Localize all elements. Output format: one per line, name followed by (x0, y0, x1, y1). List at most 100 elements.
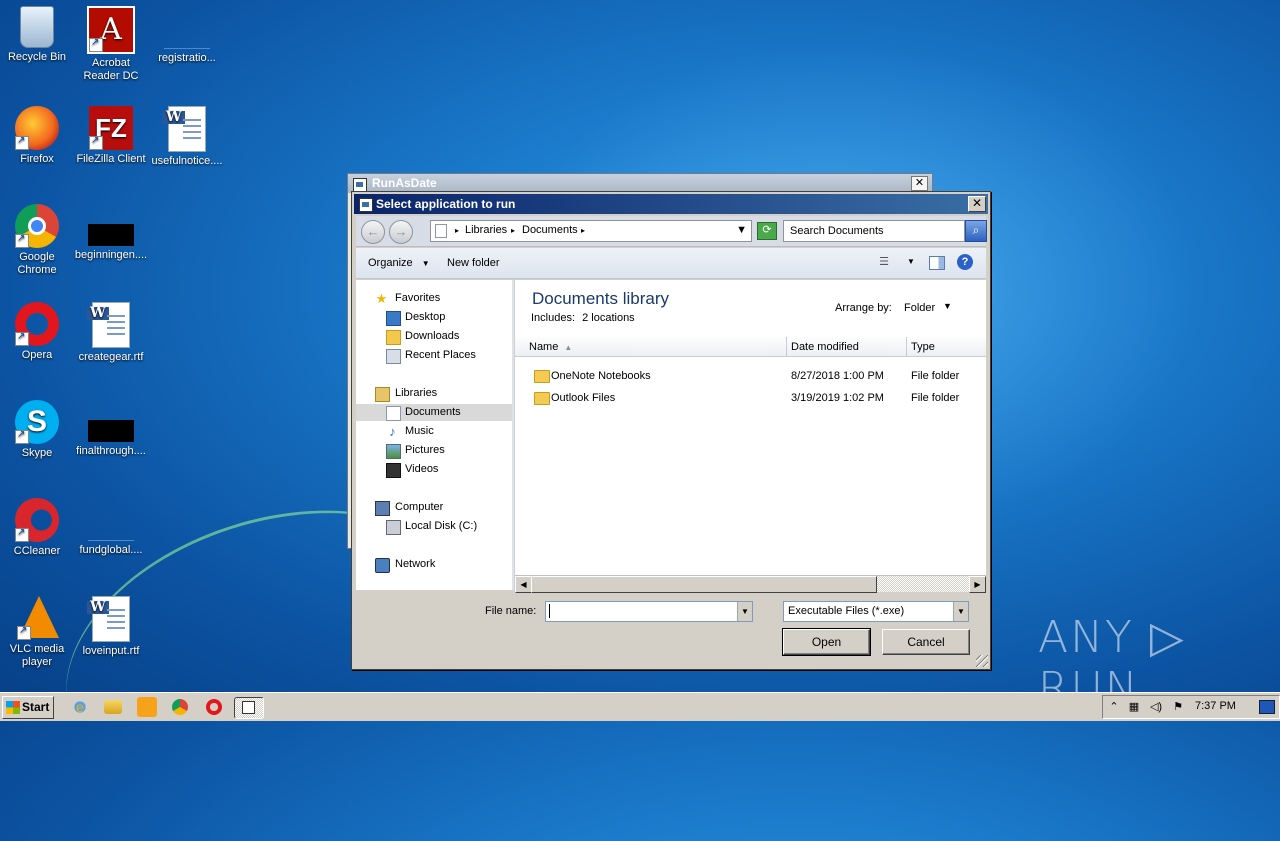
file-date: 8/27/2018 1:00 PM (791, 370, 884, 382)
sidebar-item-downloads[interactable]: Downloads (356, 328, 512, 345)
desktop-icon-ccleaner[interactable]: CCleaner (0, 498, 74, 558)
breadcrumb-libraries[interactable]: Libraries (465, 224, 507, 236)
open-button[interactable]: Open (782, 628, 871, 656)
back-button[interactable]: ← (361, 220, 385, 244)
breadcrumb-documents[interactable]: Documents (522, 224, 578, 236)
desktop-icon-creategear[interactable]: W creategear.rtf (74, 302, 148, 364)
music-icon: ♪ (389, 424, 396, 439)
chevron-down-icon[interactable]: ▼ (953, 602, 968, 621)
desktop-icon-label: Recycle Bin (7, 51, 67, 63)
start-button[interactable]: Start (2, 696, 54, 719)
file-row[interactable]: Outlook Files 3/19/2019 1:02 PM File fol… (515, 388, 986, 408)
opera-icon (15, 302, 59, 346)
column-header-type[interactable]: Type (907, 337, 986, 357)
sidebar-item-recent-places[interactable]: Recent Places (356, 347, 512, 364)
forward-button[interactable]: → (389, 220, 413, 244)
desktop-icon-usefulnotice[interactable]: W usefulnotice.... (150, 106, 224, 168)
action-center-flag-icon[interactable]: ⚑ (1171, 700, 1185, 713)
arrange-dropdown-icon[interactable]: ▼ (943, 301, 952, 311)
desktop-icon-label: beginningen.... (74, 249, 148, 261)
desktop-icon (386, 311, 401, 326)
desktop-icon-filezilla[interactable]: FZ FileZilla Client (74, 106, 148, 166)
sidebar-item-libraries[interactable]: Libraries (356, 385, 512, 402)
sidebar-label: Network (395, 558, 436, 570)
show-desktop-icon[interactable] (1259, 700, 1275, 714)
desktop-icon-recycle-bin[interactable]: Recycle Bin (0, 6, 74, 64)
scroll-left-icon[interactable]: ◀ (515, 576, 532, 593)
sidebar-item-documents[interactable]: Documents (356, 404, 512, 421)
network-tray-icon[interactable]: ▦ (1127, 700, 1141, 713)
file-icon (88, 224, 134, 246)
internet-explorer-icon[interactable]: e (70, 697, 90, 717)
resize-grip-icon[interactable] (976, 655, 988, 667)
search-input[interactable]: Search Documents (783, 220, 965, 242)
volume-icon[interactable]: ◁) (1149, 700, 1163, 713)
desktop-icon-registration[interactable]: registratio... (150, 6, 224, 65)
sidebar-item-computer[interactable]: Computer (356, 499, 512, 516)
word-doc-icon: W (87, 302, 130, 348)
file-row[interactable]: OneNote Notebooks 8/27/2018 1:00 PM File… (515, 366, 986, 386)
preview-pane-icon[interactable] (929, 256, 945, 270)
file-type-select[interactable]: Executable Files (*.exe) ▼ (783, 601, 969, 622)
desktop-icon-firefox[interactable]: Firefox (0, 106, 74, 166)
sidebar-item-favorites[interactable]: ★ Favorites (356, 290, 512, 307)
desktop-icon-vlc[interactable]: VLC media player (0, 596, 74, 669)
organize-button[interactable]: Organize ▼ (368, 257, 430, 269)
column-header-name[interactable]: Name ▲ (515, 337, 787, 357)
desktop-icon-beginningen[interactable]: beginningen.... (74, 204, 148, 262)
sidebar-item-desktop[interactable]: Desktop (356, 309, 512, 326)
desktop-icon-acrobat[interactable]: A Acrobat Reader DC (74, 6, 148, 83)
dialog-titlebar[interactable]: Select application to run ✕ (354, 194, 988, 214)
desktop-icon-chrome[interactable]: Google Chrome (0, 204, 74, 277)
tray-expand-icon[interactable]: ⌃ (1107, 700, 1121, 713)
address-bar[interactable]: ▸ Libraries ▸ Documents ▸ ▼ (430, 220, 752, 242)
videos-icon (386, 463, 401, 478)
navigation-pane: ★ Favorites Desktop Downloads Recent Plac… (356, 280, 514, 590)
includes-locations-link[interactable]: 2 locations (582, 312, 635, 324)
sidebar-item-network[interactable]: Network (356, 556, 512, 573)
recent-places-icon (386, 349, 401, 364)
cancel-button[interactable]: Cancel (882, 629, 970, 655)
view-dropdown-icon[interactable]: ▼ (903, 254, 919, 270)
refresh-button[interactable]: ⟳ (757, 222, 777, 240)
view-options-icon[interactable]: ☰ (876, 254, 892, 270)
column-header-date[interactable]: Date modified (787, 337, 907, 357)
file-name: OneNote Notebooks (551, 370, 651, 382)
sidebar-item-local-disk[interactable]: Local Disk (C:) (356, 518, 512, 535)
sidebar-item-pictures[interactable]: Pictures (356, 442, 512, 459)
clock[interactable]: 7:37 PM (1195, 700, 1236, 712)
desktop-icon-label: CCleaner (13, 545, 61, 557)
ccleaner-icon (15, 498, 59, 542)
opera-taskbar-icon[interactable] (206, 699, 222, 715)
desktop-icon-fundglobal[interactable]: fundglobal.... (74, 498, 148, 557)
horizontal-scrollbar[interactable]: ◀ ▶ (515, 575, 986, 593)
desktop-icon-finalthrough[interactable]: finalthrough.... (74, 400, 148, 458)
desktop-icon-skype[interactable]: S Skype (0, 400, 74, 460)
runasdate-taskbar-button[interactable] (234, 697, 264, 719)
chrome-taskbar-icon[interactable] (172, 699, 188, 715)
address-dropdown-icon[interactable]: ▼ (736, 224, 747, 236)
desktop-icon-loveinput[interactable]: W loveinput.rtf (74, 596, 148, 658)
sidebar-item-videos[interactable]: Videos (356, 461, 512, 478)
scroll-right-icon[interactable]: ▶ (969, 576, 986, 593)
new-folder-button[interactable]: New folder (447, 257, 500, 269)
select-application-dialog[interactable]: Select application to run ✕ ← → ▸ Librar… (351, 191, 991, 670)
chevron-down-icon[interactable]: ▼ (737, 602, 752, 621)
breadcrumb-separator-icon: ▸ (581, 226, 586, 235)
desktop-icon-label: Acrobat Reader DC (83, 57, 139, 82)
shortcut-arrow-icon (15, 232, 29, 248)
file-name-input[interactable]: ▼ (545, 601, 753, 622)
search-icon[interactable]: ⌕ (965, 220, 987, 242)
file-explorer-icon[interactable] (104, 700, 122, 714)
sidebar-item-music[interactable]: ♪ Music (356, 423, 512, 440)
help-icon[interactable]: ? (957, 254, 973, 270)
search-placeholder: Search Documents (790, 225, 884, 237)
scroll-thumb[interactable] (531, 576, 877, 593)
column-name-label: Name (529, 341, 559, 353)
close-button[interactable]: ✕ (968, 196, 986, 212)
arrange-by-value[interactable]: Folder (904, 302, 935, 314)
desktop-icon-opera[interactable]: Opera (0, 302, 74, 362)
media-player-icon[interactable] (137, 697, 157, 717)
close-icon[interactable]: ✕ (911, 176, 928, 191)
desktop-icon-label: Opera (21, 349, 53, 361)
